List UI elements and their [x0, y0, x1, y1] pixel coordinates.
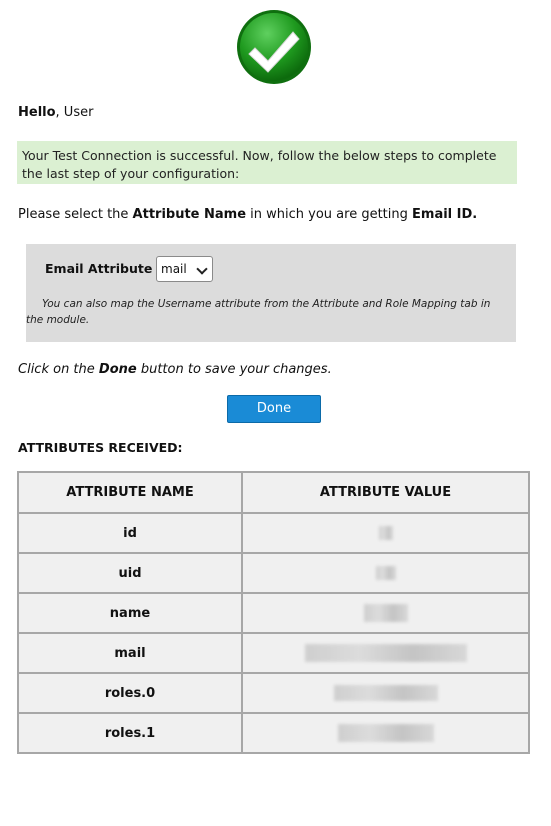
email-attribute-label: Email Attribute [45, 261, 153, 276]
attribute-name-cell: name [17, 592, 243, 634]
instruction-bold2: Email ID. [412, 207, 478, 222]
redacted-value [304, 644, 467, 662]
attribute-name-cell: uid [17, 552, 243, 594]
instruction-part1: Please select the [18, 207, 133, 222]
attributes-heading: ATTRIBUTES RECEIVED: [18, 440, 183, 455]
redacted-value [363, 604, 408, 622]
table-row: mail [17, 632, 530, 674]
table-row: name [17, 592, 530, 634]
redacted-value [378, 526, 393, 540]
click-note-bold: Done [98, 362, 137, 377]
attribute-name-cell: id [17, 512, 243, 554]
table-row: roles.0 [17, 672, 530, 714]
checkmark-success-icon [237, 10, 311, 84]
attribute-value-cell [241, 592, 530, 634]
redacted-value [337, 724, 434, 742]
success-message: Your Test Connection is successful. Now,… [17, 141, 517, 184]
redacted-value [375, 566, 396, 580]
instruction-text: Please select the Attribute Name in whic… [18, 207, 477, 222]
email-attribute-select[interactable]: mail [156, 256, 213, 282]
attributes-table: ATTRIBUTE NAME ATTRIBUTE VALUE id uid na… [17, 471, 530, 754]
attribute-value-cell [241, 672, 530, 714]
attribute-value-cell [241, 712, 530, 754]
email-attribute-panel: Email Attribute mail You can also map th… [26, 244, 516, 342]
click-note-part1: Click on the [18, 362, 99, 377]
attribute-value-cell [241, 632, 530, 674]
attribute-value-cell [241, 512, 530, 554]
click-note-part2: button to save your changes. [136, 362, 332, 377]
click-note: Click on the Done button to save your ch… [18, 362, 332, 377]
table-row: roles.1 [17, 712, 530, 754]
mapping-note: You can also map the Username attribute … [26, 296, 496, 328]
done-button[interactable]: Done [227, 395, 321, 423]
greeting-rest: , User [55, 105, 94, 120]
redacted-value [333, 685, 438, 701]
attribute-name-cell: mail [17, 632, 243, 674]
column-header-name: ATTRIBUTE NAME [17, 471, 243, 514]
chevron-down-icon [196, 263, 208, 275]
attribute-value-cell [241, 552, 530, 594]
attribute-name-cell: roles.0 [17, 672, 243, 714]
instruction-bold1: Attribute Name [132, 207, 247, 222]
table-row: uid [17, 552, 530, 594]
attribute-name-cell: roles.1 [17, 712, 243, 754]
instruction-part2: in which you are getting [246, 207, 413, 222]
column-header-value: ATTRIBUTE VALUE [241, 471, 530, 514]
table-row: id [17, 512, 530, 554]
email-attribute-selected: mail [161, 262, 187, 276]
mapping-note-text: You can also map the Username attribute … [26, 298, 491, 326]
table-header-row: ATTRIBUTE NAME ATTRIBUTE VALUE [17, 471, 530, 514]
greeting: Hello, User [18, 105, 93, 120]
greeting-bold: Hello [18, 105, 56, 120]
